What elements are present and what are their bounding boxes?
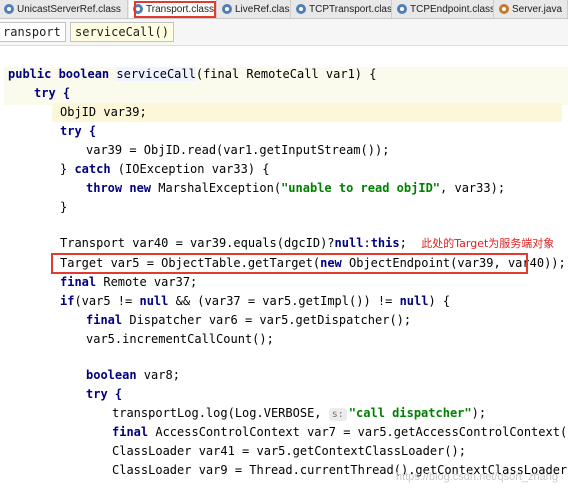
tab-liveref[interactable]: LiveRef.class ✕ — [218, 0, 291, 18]
code-line: if(var5 != null && (var37 = var5.getImpl… — [60, 294, 451, 308]
close-icon[interactable]: ✕ — [127, 4, 128, 15]
code-line: ObjID var39; — [60, 105, 147, 119]
code-line: } — [60, 200, 68, 214]
annotation-note: 此处的Target为服务端对象 — [421, 237, 555, 250]
breadcrumb-method[interactable]: serviceCall() — [70, 22, 174, 42]
code-line: ClassLoader var41 = var5.getContextClass… — [112, 444, 467, 458]
editor-tab-bar: UnicastServerRef.class ✕ Transport.class… — [0, 0, 568, 19]
code-line: final Remote var37; — [60, 275, 198, 289]
code-line: public boolean serviceCall(final RemoteC… — [8, 67, 377, 81]
code-line: } catch (IOException var33) { — [60, 162, 270, 176]
code-line: try { — [86, 387, 123, 401]
tab-label: UnicastServerRef.class — [17, 3, 121, 15]
code-line: var5.incrementCallCount(); — [86, 332, 274, 346]
tab-tcptransport[interactable]: TCPTransport.class ✕ — [292, 0, 392, 18]
tab-unicastserverref[interactable]: UnicastServerRef.class ✕ — [0, 0, 128, 18]
class-file-icon — [222, 4, 232, 14]
tab-label: TCPTransport.class — [309, 3, 392, 15]
class-file-icon — [296, 4, 306, 14]
java-file-icon — [499, 4, 509, 14]
code-line: Transport var40 = var39.equals(dgcID)?nu… — [60, 236, 555, 250]
class-file-icon — [397, 4, 407, 14]
tab-highlight-box — [134, 1, 216, 18]
class-file-icon — [4, 4, 14, 14]
code-editor[interactable]: public boolean serviceCall(final RemoteC… — [0, 46, 568, 491]
code-line: var39 = ObjID.read(var1.getInputStream()… — [86, 143, 390, 157]
tab-label: TCPEndpoint.class — [410, 3, 494, 15]
code-line: final AccessControlContext var7 = var5.g… — [112, 425, 568, 439]
code-line: throw new MarshalException("unable to re… — [86, 181, 506, 195]
watermark: https://blog.csdn.net/qsort_zhang — [395, 471, 558, 483]
code-line: boolean var8; — [86, 368, 180, 382]
breadcrumb-class[interactable]: ransport — [0, 22, 66, 42]
tab-server-java[interactable]: Server.java ✕ — [495, 0, 568, 18]
code-line: try { — [60, 124, 97, 138]
parameter-hint: s: — [328, 408, 347, 421]
tab-tcpendpoint[interactable]: TCPEndpoint.class ✕ — [393, 0, 494, 18]
code-line: try { — [34, 86, 71, 100]
code-line: transportLog.log(Log.VERBOSE, s: "call di… — [112, 406, 487, 421]
code-line: final Dispatcher var6 = var5.getDispatch… — [86, 313, 412, 327]
target-line-highlight-box — [51, 253, 528, 274]
tab-label: Server.java — [512, 3, 563, 15]
tab-label: LiveRef.class — [235, 3, 291, 15]
breadcrumb: ransport serviceCall() — [0, 19, 568, 46]
